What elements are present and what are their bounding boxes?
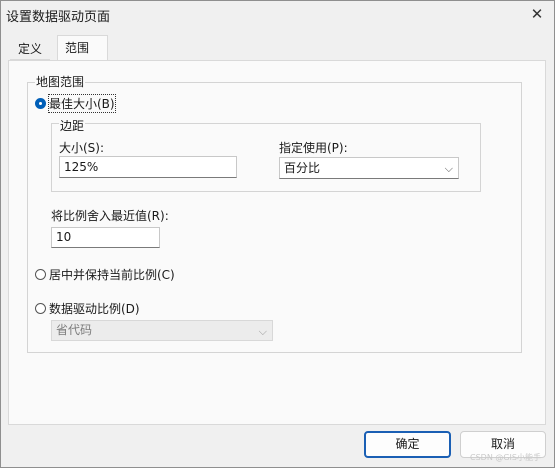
data-driven-pages-dialog: 设置数据驱动页面 ✕ 定义 范围 地图范围 最佳大小(B) 边距 大小(S): … <box>0 0 555 468</box>
round-label: 将比例舍入最近值(R): <box>51 209 169 223</box>
scale-field-select[interactable]: 省代码 ⌵ <box>51 320 273 341</box>
scale-field-value: 省代码 <box>56 323 93 337</box>
unit-select[interactable]: 百分比 ⌵ <box>279 157 459 179</box>
center-keep-scale-radio[interactable] <box>35 269 46 280</box>
close-icon[interactable]: ✕ <box>527 5 547 23</box>
unit-select-value: 百分比 <box>284 161 321 175</box>
watermark: CSDN @GIS小能手 <box>470 453 541 462</box>
extent-tab-panel: 地图范围 最佳大小(B) 边距 大小(S): 125% 指定使用(P): 百分比… <box>8 60 546 425</box>
title-bar[interactable]: 设置数据驱动页面 ✕ <box>1 1 554 29</box>
margin-group-label: 边距 <box>59 117 86 134</box>
chevron-down-icon[interactable]: ⌵ <box>445 159 453 179</box>
chevron-down-icon[interactable]: ⌵ <box>259 322 267 341</box>
unit-label: 指定使用(P): <box>279 141 348 155</box>
tab-definition[interactable]: 定义 <box>10 38 51 60</box>
data-driven-scale-option[interactable]: 数据驱动比例(D) <box>35 300 140 317</box>
map-extent-group-label: 地图范围 <box>35 73 86 90</box>
best-fit-label[interactable]: 最佳大小(B) <box>48 94 116 113</box>
center-keep-scale-label[interactable]: 居中并保持当前比例(C) <box>49 266 175 283</box>
size-label: 大小(S): <box>59 141 105 155</box>
best-fit-option[interactable]: 最佳大小(B) <box>35 94 116 113</box>
size-input[interactable]: 125% <box>59 156 237 178</box>
data-driven-scale-label[interactable]: 数据驱动比例(D) <box>49 300 140 317</box>
round-input[interactable]: 10 <box>51 227 160 248</box>
center-keep-scale-option[interactable]: 居中并保持当前比例(C) <box>35 266 175 283</box>
ok-button[interactable]: 确定 <box>364 431 451 458</box>
tab-extent[interactable]: 范围 <box>57 35 108 61</box>
best-fit-radio[interactable] <box>35 98 46 109</box>
dialog-title: 设置数据驱动页面 <box>6 10 111 25</box>
data-driven-scale-radio[interactable] <box>35 303 46 314</box>
